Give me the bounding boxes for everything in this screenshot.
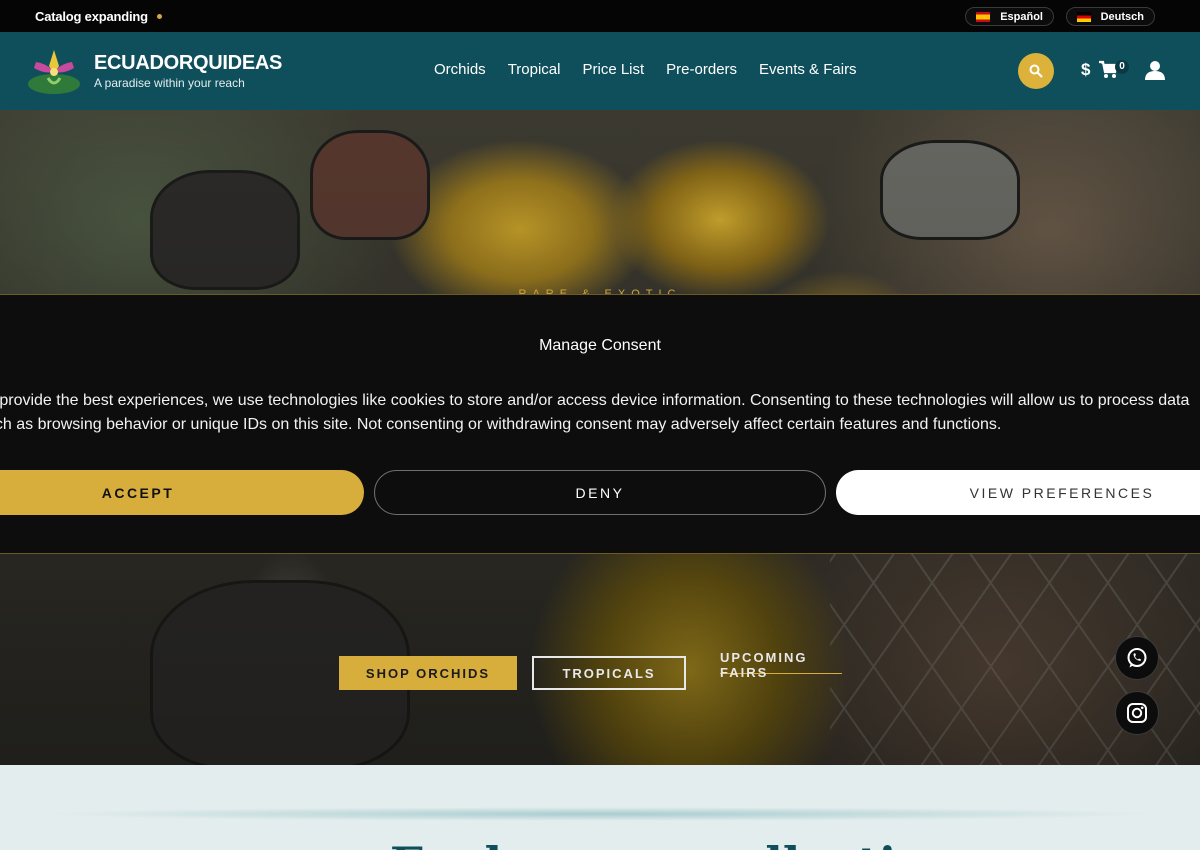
announcement-dot-icon — [157, 14, 162, 19]
nav-item-pre-orders[interactable]: Pre-orders — [666, 61, 737, 78]
announcement-text: Catalog expanding — [35, 9, 148, 24]
germany-flag-icon — [1077, 11, 1091, 22]
search-button[interactable] — [1018, 53, 1054, 89]
user-account-icon[interactable] — [1145, 60, 1165, 80]
instagram-button[interactable] — [1115, 691, 1159, 735]
nav-item-events-fairs[interactable]: Events & Fairs — [759, 61, 857, 78]
consent-view-preferences-button[interactable]: VIEW PREFERENCES — [836, 470, 1200, 515]
orchid-logo-icon[interactable] — [26, 44, 82, 96]
announcement-bar: Catalog expanding Español Deutsch — [0, 0, 1200, 32]
shop-orchids-button[interactable]: SHOP ORCHIDS — [339, 656, 517, 690]
site-header: ECUADORQUIDEAS A paradise within your re… — [0, 32, 1200, 110]
tropicals-button[interactable]: TROPICALS — [532, 656, 686, 690]
collection-heading: Explore our collection — [390, 837, 960, 850]
language-switch-spanish[interactable]: Español — [965, 7, 1054, 26]
whatsapp-icon — [1127, 648, 1147, 668]
cookie-consent-banner: Manage Consent To provide the best exper… — [0, 294, 1200, 554]
consent-accept-button[interactable]: ACCEPT — [0, 470, 364, 515]
section-divider — [40, 807, 1160, 821]
brand-name[interactable]: ECUADORQUIDEAS — [94, 52, 282, 75]
consent-message: To provide the best experiences, we use … — [0, 392, 1190, 433]
nav-item-tropical[interactable]: Tropical — [508, 61, 561, 78]
consent-title: Manage Consent — [539, 337, 661, 354]
instagram-icon — [1127, 703, 1147, 723]
whatsapp-button[interactable] — [1115, 636, 1159, 680]
nav-item-orchids[interactable]: Orchids — [434, 61, 486, 78]
consent-deny-button[interactable]: DENY — [374, 470, 826, 515]
nav-item-price-list[interactable]: Price List — [582, 61, 644, 78]
upcoming-fairs-link[interactable]: UPCOMING FAIRS — [720, 650, 842, 680]
language-switch-german[interactable]: Deutsch — [1066, 7, 1155, 26]
language-label-german: Deutsch — [1100, 10, 1144, 23]
search-icon — [1029, 64, 1043, 78]
currency-selector[interactable]: $ — [1081, 60, 1090, 80]
brand-tagline: A paradise within your reach — [94, 76, 245, 90]
collection-section: Explore our collection — [0, 765, 1200, 850]
main-navigation: Orchids Tropical Price List Pre-orders E… — [434, 61, 857, 78]
spain-flag-icon — [976, 11, 991, 22]
language-label-spanish: Español — [1000, 10, 1043, 23]
cart-count-badge: 0 — [1115, 60, 1129, 74]
